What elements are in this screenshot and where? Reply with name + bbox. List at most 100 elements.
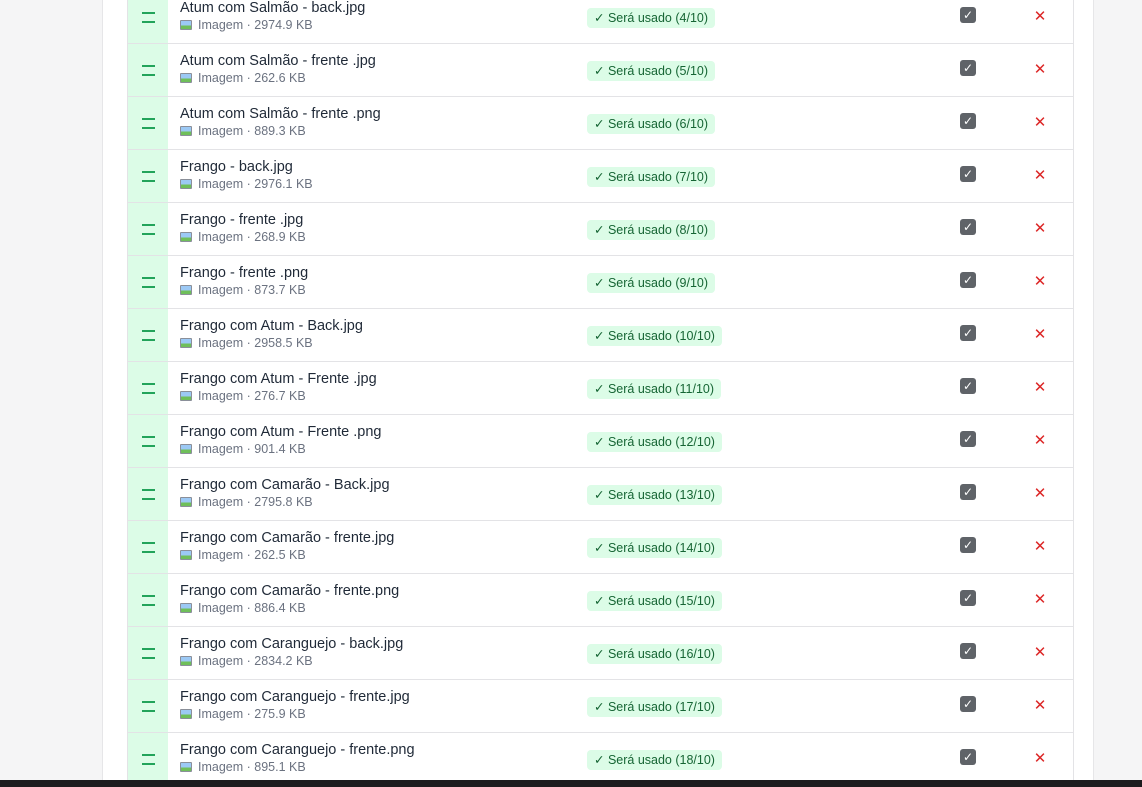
drag-handle-icon[interactable] [128, 733, 168, 785]
drag-handle-icon[interactable] [128, 521, 168, 573]
file-meta-text: Imagem · 886.4 KB [198, 601, 306, 615]
image-file-icon [180, 126, 192, 136]
close-x-icon: ✕ [1033, 7, 1047, 25]
image-file-icon [180, 444, 192, 454]
close-x-icon: ✕ [1033, 590, 1047, 608]
checkmark-icon: ✓ [962, 432, 974, 446]
drag-handle-icon[interactable] [128, 150, 168, 202]
remove-file-button[interactable]: ✕ [1032, 537, 1048, 555]
file-meta-text: Imagem · 276.7 KB [198, 389, 306, 403]
use-checkbox[interactable]: ✓ [960, 484, 976, 500]
drag-handle-icon[interactable] [128, 627, 168, 679]
use-checkbox[interactable]: ✓ [960, 166, 976, 182]
image-file-icon [180, 391, 192, 401]
file-meta: Imagem · 901.4 KB [180, 442, 381, 457]
close-x-icon: ✕ [1033, 378, 1047, 396]
file-meta-text: Imagem · 2834.2 KB [198, 654, 313, 668]
remove-file-button[interactable]: ✕ [1032, 219, 1048, 237]
status-badge: ✓ Será usado (14/10) [587, 538, 722, 558]
close-x-icon: ✕ [1033, 166, 1047, 184]
file-info: Frango com Caranguejo - back.jpg Imagem ·… [180, 636, 403, 669]
remove-file-button[interactable]: ✕ [1032, 325, 1048, 343]
image-file-icon [180, 232, 192, 242]
checkmark-icon: ✓ [962, 750, 974, 764]
drag-handle-icon[interactable] [128, 44, 168, 96]
file-info: Frango - frente .png Imagem · 873.7 KB [180, 265, 308, 298]
drag-handle-icon[interactable] [128, 468, 168, 520]
file-row: Frango - back.jpg Imagem · 2976.1 KB ✓ Ser… [128, 150, 1073, 203]
file-row: Atum com Salmão - frente .jpg Imagem · 26… [128, 44, 1073, 97]
remove-file-button[interactable]: ✕ [1032, 696, 1048, 714]
image-file-icon [180, 338, 192, 348]
file-info: Frango com Camarão - frente.jpg Imagem · … [180, 530, 394, 563]
file-meta-text: Imagem · 2795.8 KB [198, 495, 313, 509]
file-name: Frango com Camarão - frente.jpg [180, 530, 395, 546]
image-file-icon [180, 550, 192, 560]
use-checkbox[interactable]: ✓ [960, 113, 976, 129]
file-row: Frango com Camarão - frente.jpg Imagem · … [128, 521, 1073, 574]
drag-handle-icon[interactable] [128, 97, 168, 149]
file-meta: Imagem · 889.3 KB [180, 124, 381, 139]
file-name: Atum com Salmão - frente .png [180, 106, 381, 122]
remove-file-button[interactable]: ✕ [1032, 113, 1048, 131]
remove-file-button[interactable]: ✕ [1032, 7, 1048, 25]
remove-file-button[interactable]: ✕ [1032, 643, 1048, 661]
file-info: Atum com Salmão - frente .png Imagem · 88… [180, 106, 381, 139]
file-meta: Imagem · 268.9 KB [180, 230, 306, 245]
use-checkbox[interactable]: ✓ [960, 378, 976, 394]
image-file-icon [180, 656, 192, 666]
image-file-icon [180, 603, 192, 613]
file-meta: Imagem · 2795.8 KB [180, 495, 390, 510]
file-name: Frango com Atum - Back.jpg [180, 318, 363, 334]
close-x-icon: ✕ [1033, 113, 1047, 131]
file-row: Frango com Caranguejo - frente.png Imagem… [128, 733, 1073, 786]
drag-handle-icon[interactable] [128, 574, 168, 626]
file-meta-text: Imagem · 275.9 KB [198, 707, 306, 721]
file-meta: Imagem · 895.1 KB [180, 760, 415, 775]
use-checkbox[interactable]: ✓ [960, 219, 976, 235]
file-meta: Imagem · 275.9 KB [180, 707, 410, 722]
use-checkbox[interactable]: ✓ [960, 590, 976, 606]
use-checkbox[interactable]: ✓ [960, 431, 976, 447]
close-x-icon: ✕ [1033, 484, 1047, 502]
remove-file-button[interactable]: ✕ [1032, 484, 1048, 502]
use-checkbox[interactable]: ✓ [960, 7, 976, 23]
use-checkbox[interactable]: ✓ [960, 325, 976, 341]
file-row: Frango - frente .jpg Imagem · 268.9 KB ✓ S… [128, 203, 1073, 256]
checkmark-icon: ✓ [962, 61, 974, 75]
drag-handle-icon[interactable] [128, 256, 168, 308]
file-meta: Imagem · 262.5 KB [180, 548, 394, 563]
remove-file-button[interactable]: ✕ [1032, 431, 1048, 449]
file-name: Frango - frente .png [180, 265, 309, 281]
remove-file-button[interactable]: ✕ [1032, 749, 1048, 767]
use-checkbox[interactable]: ✓ [960, 643, 976, 659]
file-info: Frango com Camarão - frente.png Imagem · … [180, 583, 399, 616]
use-checkbox[interactable]: ✓ [960, 60, 976, 76]
file-row: Atum com Salmão - frente .png Imagem · 88… [128, 97, 1073, 150]
use-checkbox[interactable]: ✓ [960, 749, 976, 765]
remove-file-button[interactable]: ✕ [1032, 166, 1048, 184]
file-info: Frango - frente .jpg Imagem · 268.9 KB [180, 212, 306, 245]
file-info: Atum com Salmão - back.jpg Imagem · 2974.… [180, 0, 365, 33]
file-row: Frango com Atum - Frente .jpg Imagem · 27… [128, 362, 1073, 415]
status-badge: ✓ Será usado (6/10) [587, 114, 716, 134]
remove-file-button[interactable]: ✕ [1032, 60, 1048, 78]
file-name: Frango com Atum - Frente .png [180, 424, 382, 440]
drag-handle-icon[interactable] [128, 309, 168, 361]
use-checkbox[interactable]: ✓ [960, 272, 976, 288]
drag-handle-icon[interactable] [128, 203, 168, 255]
remove-file-button[interactable]: ✕ [1032, 378, 1048, 396]
remove-file-button[interactable]: ✕ [1032, 590, 1048, 608]
file-name: Frango - frente .jpg [180, 212, 304, 228]
status-badge: ✓ Será usado (18/10) [587, 750, 722, 770]
use-checkbox[interactable]: ✓ [960, 696, 976, 712]
file-name: Frango com Caranguejo - frente.png [180, 742, 415, 758]
drag-handle-icon[interactable] [128, 680, 168, 732]
drag-handle-icon[interactable] [128, 0, 168, 43]
drag-handle-icon[interactable] [128, 415, 168, 467]
checkmark-icon: ✓ [962, 697, 974, 711]
remove-file-button[interactable]: ✕ [1032, 272, 1048, 290]
file-meta-text: Imagem · 262.6 KB [198, 71, 306, 85]
drag-handle-icon[interactable] [128, 362, 168, 414]
use-checkbox[interactable]: ✓ [960, 537, 976, 553]
